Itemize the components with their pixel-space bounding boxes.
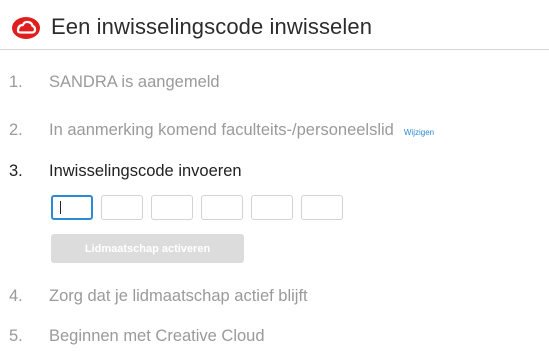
step-label: Beginnen met Creative Cloud: [49, 327, 265, 345]
step-number: 4.: [9, 287, 23, 305]
step-label: Inwisselingscode invoeren: [49, 162, 242, 180]
activate-membership-button[interactable]: Lidmaatschap activeren: [51, 234, 244, 263]
header-divider: [0, 49, 549, 50]
code-input-6[interactable]: [301, 195, 343, 220]
step-label: Zorg dat je lidmaatschap actief blijft: [49, 287, 308, 305]
step-label: SANDRA is aangemeld: [49, 73, 220, 91]
redemption-code-inputs: [51, 195, 351, 220]
page-header: Een inwisselingscode inwisselen: [11, 14, 372, 40]
step-1: 1. SANDRA is aangemeld: [9, 73, 220, 92]
step-number: 1.: [9, 73, 23, 91]
step-4: 4. Zorg dat je lidmaatschap actief blijf…: [9, 287, 308, 306]
step-number: 5.: [9, 327, 23, 345]
step-2: 2. In aanmerking komend faculteits-/pers…: [9, 121, 434, 140]
code-input-3[interactable]: [151, 195, 193, 220]
code-input-1[interactable]: [51, 195, 93, 220]
page-title: Een inwisselingscode inwisselen: [51, 14, 373, 39]
code-input-4[interactable]: [201, 195, 243, 220]
step-5: 5. Beginnen met Creative Cloud: [9, 327, 265, 346]
step-3: 3. Inwisselingscode invoeren: [9, 162, 242, 181]
code-input-5[interactable]: [251, 195, 293, 220]
step-number: 2.: [9, 121, 23, 139]
change-link[interactable]: Wijzigen: [404, 128, 434, 137]
step-label: In aanmerking komend faculteits-/persone…: [49, 121, 394, 139]
code-input-2[interactable]: [101, 195, 143, 220]
creative-cloud-logo-icon: [12, 17, 40, 39]
step-number: 3.: [9, 162, 23, 180]
text-caret: [60, 201, 61, 214]
